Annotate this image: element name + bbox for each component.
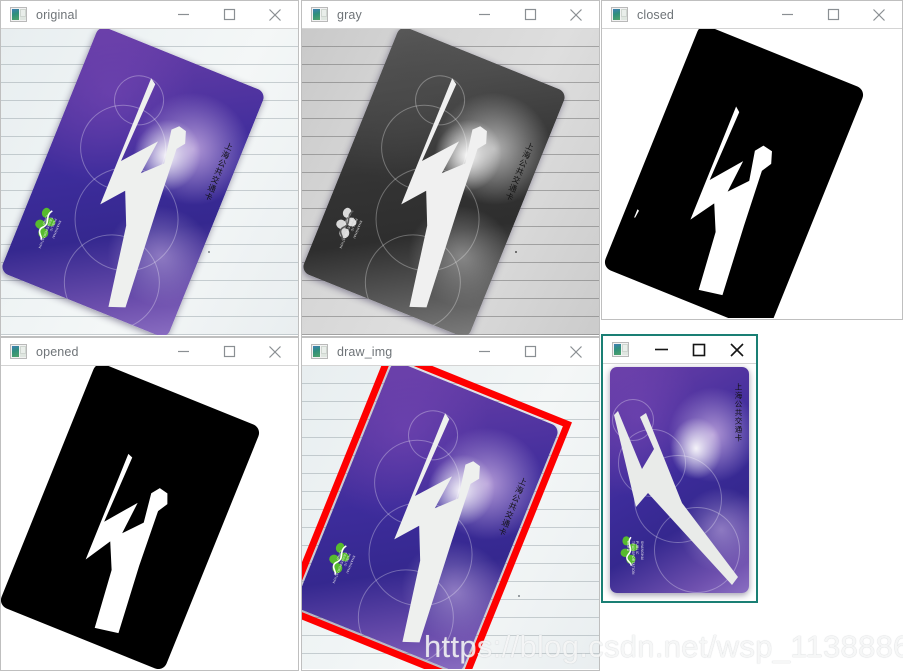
close-icon[interactable] (553, 1, 599, 28)
close-icon[interactable] (252, 338, 298, 365)
minimize-button[interactable] (642, 336, 680, 363)
image-canvas-opened (1, 366, 298, 669)
close-icon[interactable] (553, 338, 599, 365)
window-original[interactable]: original 上海公共交通卡 SHANGHAI PUBLIC TRANSPO… (0, 0, 299, 337)
window-gray[interactable]: gray 上海公共交通卡 SHANGHAI PUBLIC TRANSPORTAT… (301, 0, 600, 337)
transport-card-cropped: 上海公共交通卡 SHANGHAI PUBLIC TRANSPORTATION C… (610, 367, 749, 593)
card-lightning-glyph (640, 94, 808, 309)
image-app-icon (311, 7, 328, 22)
window-closed[interactable]: closed (601, 0, 903, 320)
titlebar-gray[interactable]: gray (302, 1, 599, 29)
maximize-button[interactable] (810, 1, 856, 28)
close-icon[interactable] (252, 1, 298, 28)
close-icon[interactable] (718, 336, 756, 363)
maximize-button[interactable] (680, 336, 718, 363)
maximize-button[interactable] (206, 1, 252, 28)
minimize-button[interactable] (461, 1, 507, 28)
window-title-draw-img: draw_img (337, 344, 393, 359)
window-draw-img[interactable]: draw_img 上海公共交通卡 SHANGHAI PUBLIC TRANSPO… (301, 337, 600, 671)
mask-speck (633, 209, 641, 220)
maximize-button[interactable] (507, 1, 553, 28)
image-canvas-closed (602, 29, 902, 318)
window-controls-draw-img (461, 338, 599, 365)
image-app-icon (10, 344, 27, 359)
minimize-button[interactable] (461, 338, 507, 365)
minimize-button[interactable] (764, 1, 810, 28)
maximize-button[interactable] (507, 338, 553, 365)
minimize-button[interactable] (160, 1, 206, 28)
window-title-closed: closed (637, 7, 675, 22)
titlebar-cropped-result[interactable] (603, 336, 756, 364)
window-controls-opened (160, 338, 298, 365)
titlebar-closed[interactable]: closed (602, 1, 902, 29)
close-icon[interactable] (856, 1, 902, 28)
image-app-icon (311, 344, 328, 359)
image-app-icon (10, 7, 27, 22)
image-app-icon (611, 7, 628, 22)
titlebar-opened[interactable]: opened (1, 338, 298, 366)
minimize-button[interactable] (160, 338, 206, 365)
paper-speck (515, 251, 517, 253)
window-controls-cropped-result (642, 336, 756, 363)
window-controls-gray (461, 1, 599, 28)
image-canvas-gray: 上海公共交通卡 SHANGHAI PUBLIC TRANSPORTATION C… (302, 29, 599, 335)
image-app-icon (612, 342, 629, 357)
card-lightning-glyph (36, 432, 204, 647)
window-opened[interactable]: opened (0, 337, 299, 671)
maximize-button[interactable] (206, 338, 252, 365)
card-english-text: SHANGHAI PUBLIC TRANSPORTATION CARD (626, 541, 644, 575)
window-cropped-result[interactable]: 上海公共交通卡 SHANGHAI PUBLIC TRANSPORTATION C… (601, 334, 758, 603)
window-controls-original (160, 1, 298, 28)
window-controls-closed (764, 1, 902, 28)
desktop-screenshot: original 上海公共交通卡 SHANGHAI PUBLIC TRANSPO… (0, 0, 903, 671)
window-title-gray: gray (337, 7, 362, 22)
window-title-original: original (36, 7, 78, 22)
titlebar-draw-img[interactable]: draw_img (302, 338, 599, 366)
paper-speck (208, 251, 210, 253)
paper-speck (518, 595, 520, 597)
image-canvas-draw-img: 上海公共交通卡 SHANGHAI PUBLIC TRANSPORTATION C… (302, 366, 599, 669)
image-canvas-original: 上海公共交通卡 SHANGHAI PUBLIC TRANSPORTATION C… (1, 29, 298, 335)
window-title-opened: opened (36, 344, 79, 359)
card-chinese-text: 上海公共交通卡 (734, 383, 743, 443)
watermark-shadow: https://blog.csdn.net/wsp_1138886114 (424, 629, 903, 664)
titlebar-original[interactable]: original (1, 1, 298, 29)
image-canvas-cropped-result: 上海公共交通卡 SHANGHAI PUBLIC TRANSPORTATION C… (603, 364, 756, 600)
